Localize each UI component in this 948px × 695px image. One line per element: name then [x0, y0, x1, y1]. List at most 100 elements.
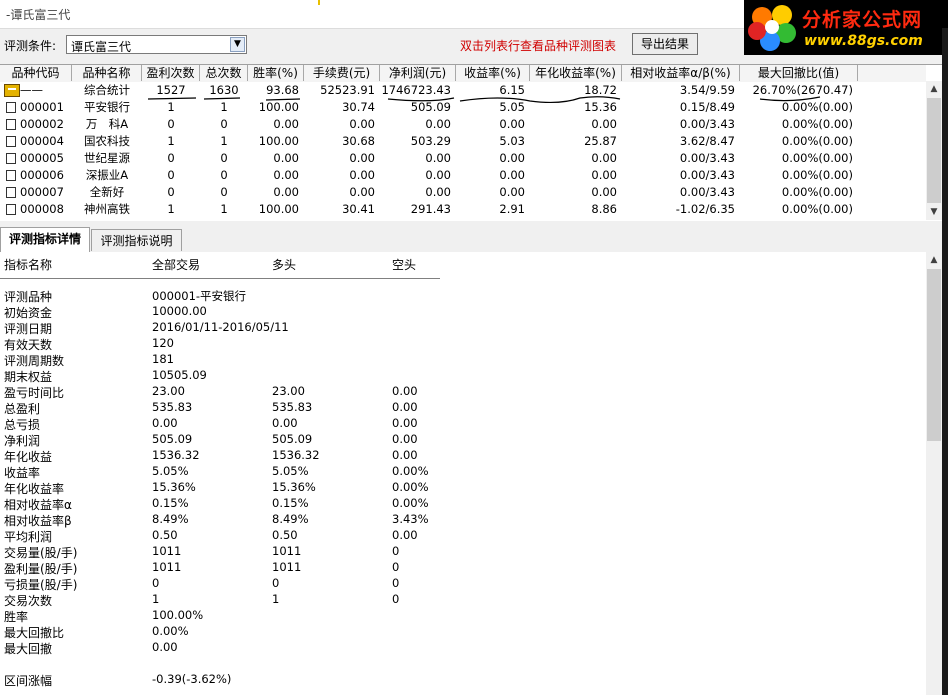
column-header[interactable]: 手续费(元): [304, 65, 380, 81]
detail-value-long: 0.00: [272, 416, 298, 430]
detail-value-all: 15.36%: [152, 480, 196, 494]
column-header[interactable]: 净利润(元): [380, 65, 456, 81]
detail-value-short: 0.00: [392, 448, 418, 462]
detail-value-long: 0: [272, 576, 280, 590]
detail-value-long: 1011: [272, 544, 302, 558]
scroll-down-icon[interactable]: ▼: [926, 204, 942, 220]
column-header[interactable]: 相对收益率α/β(%): [622, 65, 740, 81]
column-header[interactable]: 总次数: [200, 65, 248, 81]
detail-label: 盈利量(股/手): [4, 562, 78, 576]
cell-win-count: 0: [167, 151, 175, 165]
detail-label: 总亏损: [4, 418, 41, 432]
column-header[interactable]: 最大回撤比(值): [740, 65, 858, 81]
document-icon: [6, 153, 16, 164]
detail-value-all: 10000.00: [152, 304, 207, 318]
detail-label: 相对收益率β: [4, 514, 72, 528]
cell-win-rate: 0.00: [273, 185, 299, 199]
detail-value-all: 1011: [152, 560, 182, 574]
logo-url: www.88gs.com: [804, 33, 923, 49]
table-scrollbar[interactable]: ▲ ▼: [926, 81, 942, 220]
table-header: 品种代码 品种名称 盈利次数 总次数 胜率(%) 手续费(元) 净利润(元) 收益率(%) 年化…: [0, 65, 926, 83]
table-row[interactable]: 000006 深振业A 0 0 0.00 0.00 0.00 0.00 0.00 0.00/3.4…: [0, 167, 926, 184]
scroll-up-icon[interactable]: ▲: [926, 252, 942, 268]
cell-win-count: 1: [167, 134, 175, 148]
table-row[interactable]: 000002 万 科A 0 0 0.00 0.00 0.00 0.00 0.00 0.00/3.4…: [0, 116, 926, 133]
detail-value-all: 1: [152, 592, 160, 606]
detail-header: 指标名称 全部交易 多头 空头: [0, 252, 440, 279]
cell-alpha-beta: 0.15/8.49: [679, 100, 735, 114]
column-header[interactable]: 盈利次数: [142, 65, 200, 81]
scroll-thumb[interactable]: [927, 98, 941, 203]
detail-value-short: 3.43%: [392, 512, 429, 526]
cell-total-count: 1: [220, 202, 228, 216]
tab-indicator-help[interactable]: 评测指标说明: [91, 229, 182, 251]
cell-total-count: 0: [220, 168, 228, 182]
condition-select[interactable]: 谭氏富三代 ▼: [66, 35, 247, 54]
cell-annual-return: 0.00: [591, 168, 617, 182]
summary-icon: [4, 84, 20, 97]
detail-value-short: 0.00: [392, 416, 418, 430]
cell-name: 国农科技: [84, 134, 130, 148]
detail-value-all: 1536.32: [152, 448, 200, 462]
detail-label: 最大回撤: [4, 642, 53, 656]
table-row[interactable]: 000007 全新好 0 0 0.00 0.00 0.00 0.00 0.00 0.00/3.43…: [0, 184, 926, 201]
export-button[interactable]: 导出结果: [632, 33, 698, 55]
cell-fee: 30.74: [342, 100, 375, 114]
hint-text: 双击列表行查看品种评测图表: [460, 39, 617, 53]
detail-value-all: 0.00: [152, 416, 178, 430]
detail-value-all: 0.15%: [152, 496, 189, 510]
detail-value-long: 1536.32: [272, 448, 320, 462]
tab-indicator-details[interactable]: 评测指标详情: [0, 227, 90, 252]
detail-label: 净利润: [4, 434, 41, 448]
table-row[interactable]: 000005 世纪星源 0 0 0.00 0.00 0.00 0.00 0.00 0.00/3.4…: [0, 150, 926, 167]
summary-row[interactable]: —— 综合统计 1527 1630 93.68 52523.91 1746723.43 6.1…: [0, 82, 926, 99]
scroll-thumb[interactable]: [927, 269, 941, 441]
detail-value-all: 0.50: [152, 528, 178, 542]
cell-code: 000004: [20, 134, 64, 148]
results-table: 品种代码 品种名称 盈利次数 总次数 胜率(%) 手续费(元) 净利润(元) 收益率(%) 年化…: [0, 64, 942, 221]
cell-name: 深振业A: [85, 168, 129, 182]
cell-total-count: 1630: [209, 83, 239, 97]
detail-value-all: 8.49%: [152, 512, 189, 526]
cell-return-rate: 0.00: [499, 185, 525, 199]
detail-value-short: 0: [392, 544, 400, 558]
cell-net-profit: 505.09: [410, 100, 451, 114]
column-header[interactable]: 年化收益率(%): [530, 65, 622, 81]
cell-return-rate: 5.05: [499, 100, 525, 114]
scroll-up-icon[interactable]: ▲: [926, 81, 942, 97]
cell-return-rate: 0.00: [499, 168, 525, 182]
cell-max-drawdown: 0.00%(0.00): [781, 185, 853, 199]
detail-label: 相对收益率α: [4, 498, 72, 512]
detail-label: 交易量(股/手): [4, 546, 78, 560]
cell-alpha-beta: 3.62/8.47: [679, 134, 735, 148]
table-row[interactable]: 000004 国农科技 1 1 100.00 30.68 503.29 5.03 25.87 3.…: [0, 133, 926, 150]
cell-annual-return: 25.87: [584, 134, 617, 148]
column-header[interactable]: 胜率(%): [248, 65, 304, 81]
column-header[interactable]: 品种名称: [72, 65, 142, 81]
detail-value-all: 0.00%: [152, 624, 189, 638]
cell-code: 000006: [20, 168, 64, 182]
detail-label: 初始资金: [4, 306, 53, 320]
detail-scrollbar[interactable]: ▲: [926, 252, 942, 695]
detail-value-long: 0.50: [272, 528, 298, 542]
cell-total-count: 1: [220, 134, 228, 148]
condition-label: 评测条件:: [4, 39, 57, 53]
cell-return-rate: 6.15: [499, 83, 525, 97]
cell-alpha-beta: 0.00/3.43: [679, 117, 735, 131]
detail-value-long: 5.05%: [272, 464, 309, 478]
cell-max-drawdown: 0.00%(0.00): [781, 117, 853, 131]
table-row[interactable]: 000001 平安银行 1 1 100.00 30.74 505.09 5.05 15.36 0.…: [0, 99, 926, 116]
detail-value-long: 0.15%: [272, 496, 309, 510]
detail-value-long: 23.00: [272, 384, 305, 398]
table-row[interactable]: 000008 神州高铁 1 1 100.00 30.41 291.43 2.91 8.86 -1.…: [0, 201, 926, 218]
chevron-down-icon[interactable]: ▼: [230, 37, 245, 52]
detail-value-all: 2016/01/11-2016/05/11: [152, 320, 289, 334]
title-accent: [318, 0, 320, 5]
cell-alpha-beta: -1.02/6.35: [675, 202, 735, 216]
detail-label: 有效天数: [4, 338, 53, 352]
cell-win-count: 0: [167, 168, 175, 182]
cell-fee: 0.00: [349, 168, 375, 182]
column-header[interactable]: 品种代码: [0, 65, 72, 81]
column-header[interactable]: 收益率(%): [456, 65, 530, 81]
cell-total-count: 1: [220, 100, 228, 114]
